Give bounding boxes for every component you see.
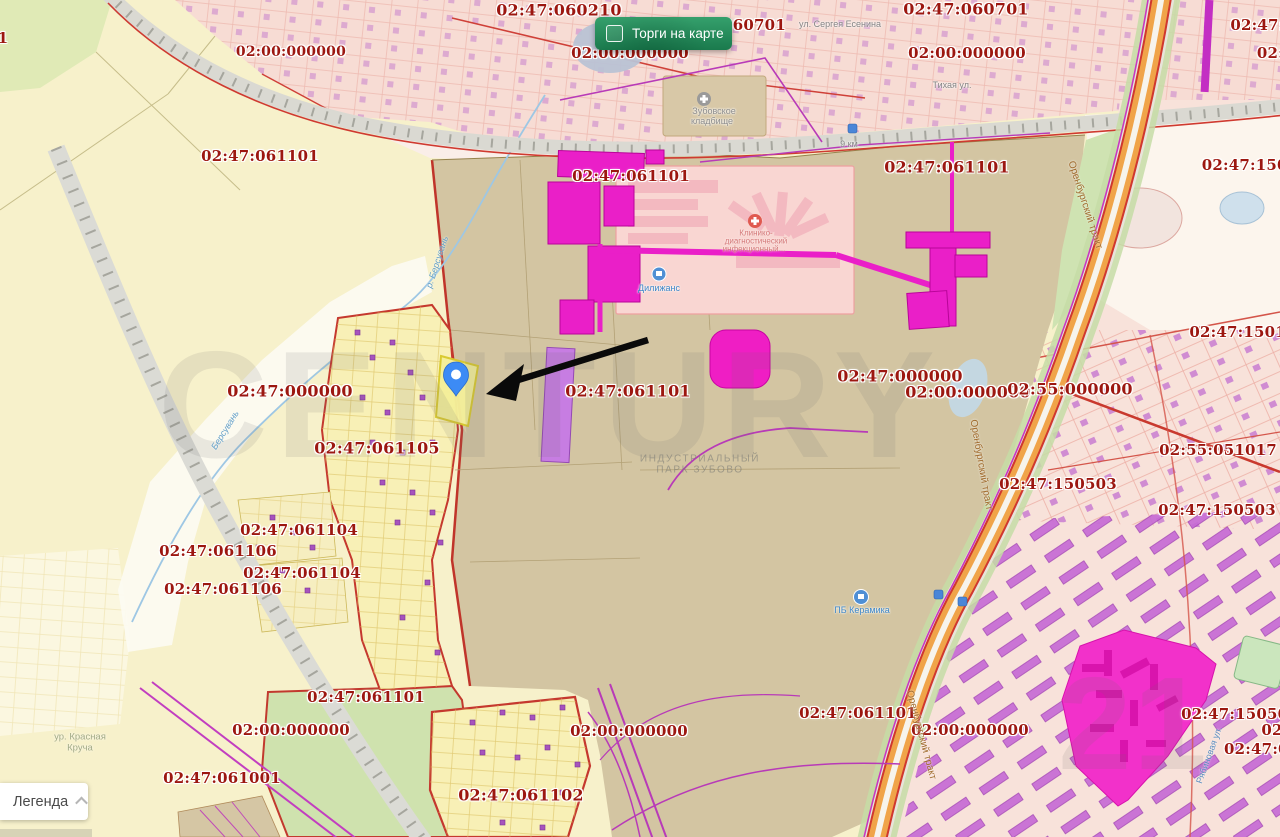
cadastral-map-page: { "controls": { "auction_toggle": { "lab… [0, 0, 1280, 837]
auctions-button-label: Торги на карте [632, 26, 724, 41]
chevron-up-icon [75, 796, 89, 810]
legend-panel[interactable]: Легенда [0, 783, 89, 820]
bottom-edge-strip [0, 829, 92, 837]
auctions-checkbox[interactable] [606, 25, 623, 42]
cemetery-block [662, 75, 767, 137]
hospital-complex [615, 165, 855, 315]
legend-label: Легенда [13, 793, 69, 810]
map-canvas[interactable] [0, 0, 1280, 837]
auctions-on-map-button[interactable]: Торги на карте [595, 17, 732, 50]
